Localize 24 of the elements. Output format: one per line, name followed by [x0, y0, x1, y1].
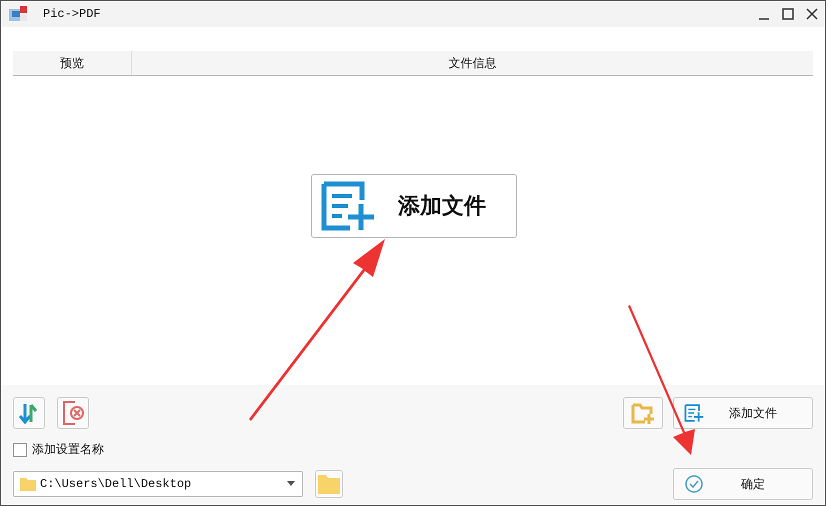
delete-file-icon [61, 400, 85, 426]
add-file-icon [320, 180, 376, 232]
checkbox[interactable] [13, 442, 27, 456]
folder-icon [20, 477, 36, 491]
column-header: 文件信息 [448, 54, 498, 72]
add-folder-button[interactable] [623, 397, 663, 429]
maximize-icon[interactable] [781, 7, 795, 21]
check-circle-icon [684, 474, 704, 494]
caret-icon [286, 481, 296, 487]
checkbox-label: 添加设置名称 [32, 441, 104, 458]
add-file-icon [684, 403, 704, 423]
sort-button[interactable] [13, 397, 45, 429]
add-file-button[interactable]: 添加文件 [673, 397, 813, 429]
app-icon [7, 4, 29, 24]
sort-icon [18, 401, 40, 425]
close-icon[interactable] [805, 7, 819, 21]
confirm-button[interactable]: 确定 [673, 468, 813, 500]
add-file-button[interactable]: 添加文件 [311, 174, 517, 238]
folder-plus-icon [631, 402, 655, 424]
column-header: 预览 [13, 51, 132, 75]
path-dropdown[interactable]: C:\Users\Dell\Desktop [13, 471, 303, 497]
window-title: Pic->PDF [43, 7, 101, 21]
folder-icon [318, 474, 340, 494]
delete-button[interactable] [57, 397, 89, 429]
